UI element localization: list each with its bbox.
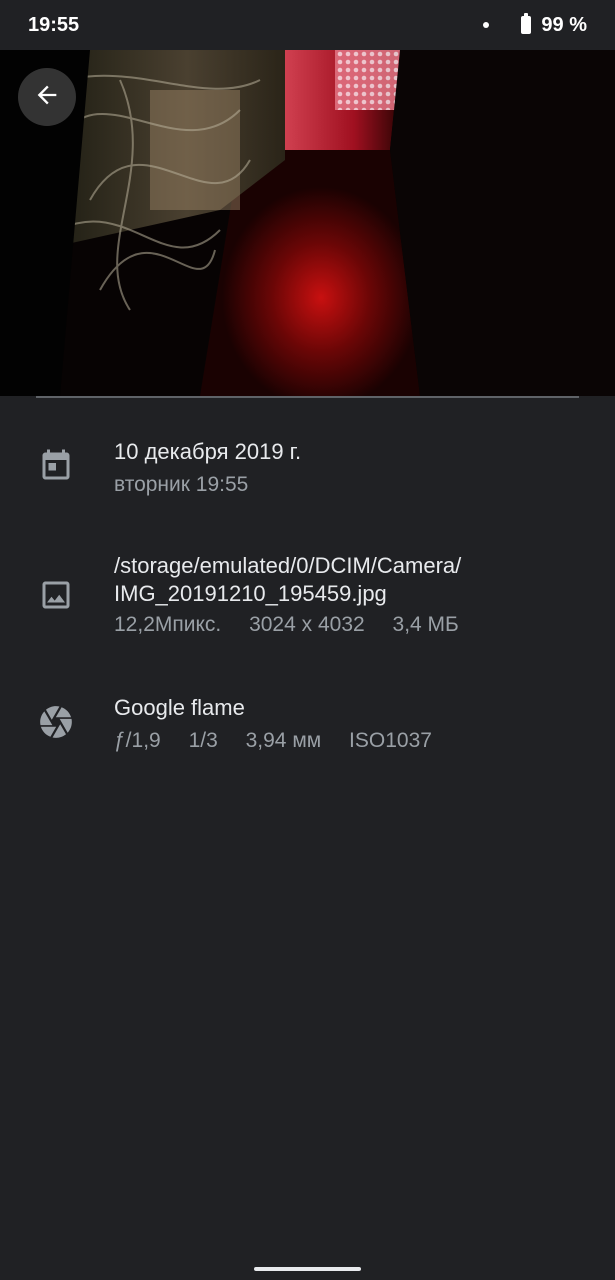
notification-dot-icon [483,22,490,28]
camera-text: Google flame ƒ/1,9 1/3 3,94 мм ISO1037 [114,694,595,756]
file-text: /storage/emulated/0/DCIM/Camera/ IMG_201… [114,552,595,640]
photo-preview[interactable] [0,50,615,396]
calendar-icon [36,446,76,486]
status-icons: 99 % [483,13,587,37]
file-path-line2: IMG_20191210_195459.jpg [114,581,387,606]
gesture-nav-handle[interactable] [254,1267,361,1271]
back-button[interactable] [18,68,76,126]
date-title: 10 декабря 2019 г. [114,439,302,464]
file-meta: 12,2Мпикс. 3024 x 4032 3,4 МБ [114,610,595,640]
battery-level: 99 % [541,13,587,36]
date-subtitle: вторник 19:55 [114,473,249,496]
image-icon [36,575,76,615]
divider [36,396,579,398]
arrow-back-icon [33,81,61,114]
camera-iso: ISO1037 [349,729,432,752]
aperture-icon [36,702,76,742]
status-time: 19:55 [28,13,80,36]
camera-shutter: 1/3 [188,729,218,752]
camera-model: Google flame [114,695,245,720]
status-bar: 19:55 99 % [0,0,615,50]
file-resolution: 3024 x 4032 [249,613,365,636]
camera-aperture: ƒ/1,9 [114,729,161,752]
date-text: 10 декабря 2019 г. вторник 19:55 [114,438,595,500]
battery-icon [521,13,532,34]
camera-meta: ƒ/1,9 1/3 3,94 мм ISO1037 [114,726,595,756]
file-megapixels: 12,2Мпикс. [114,613,222,636]
file-size: 3,4 МБ [392,613,459,636]
camera-focal-length: 3,94 мм [245,729,322,752]
file-path-line1: /storage/emulated/0/DCIM/Camera/ [114,553,462,578]
